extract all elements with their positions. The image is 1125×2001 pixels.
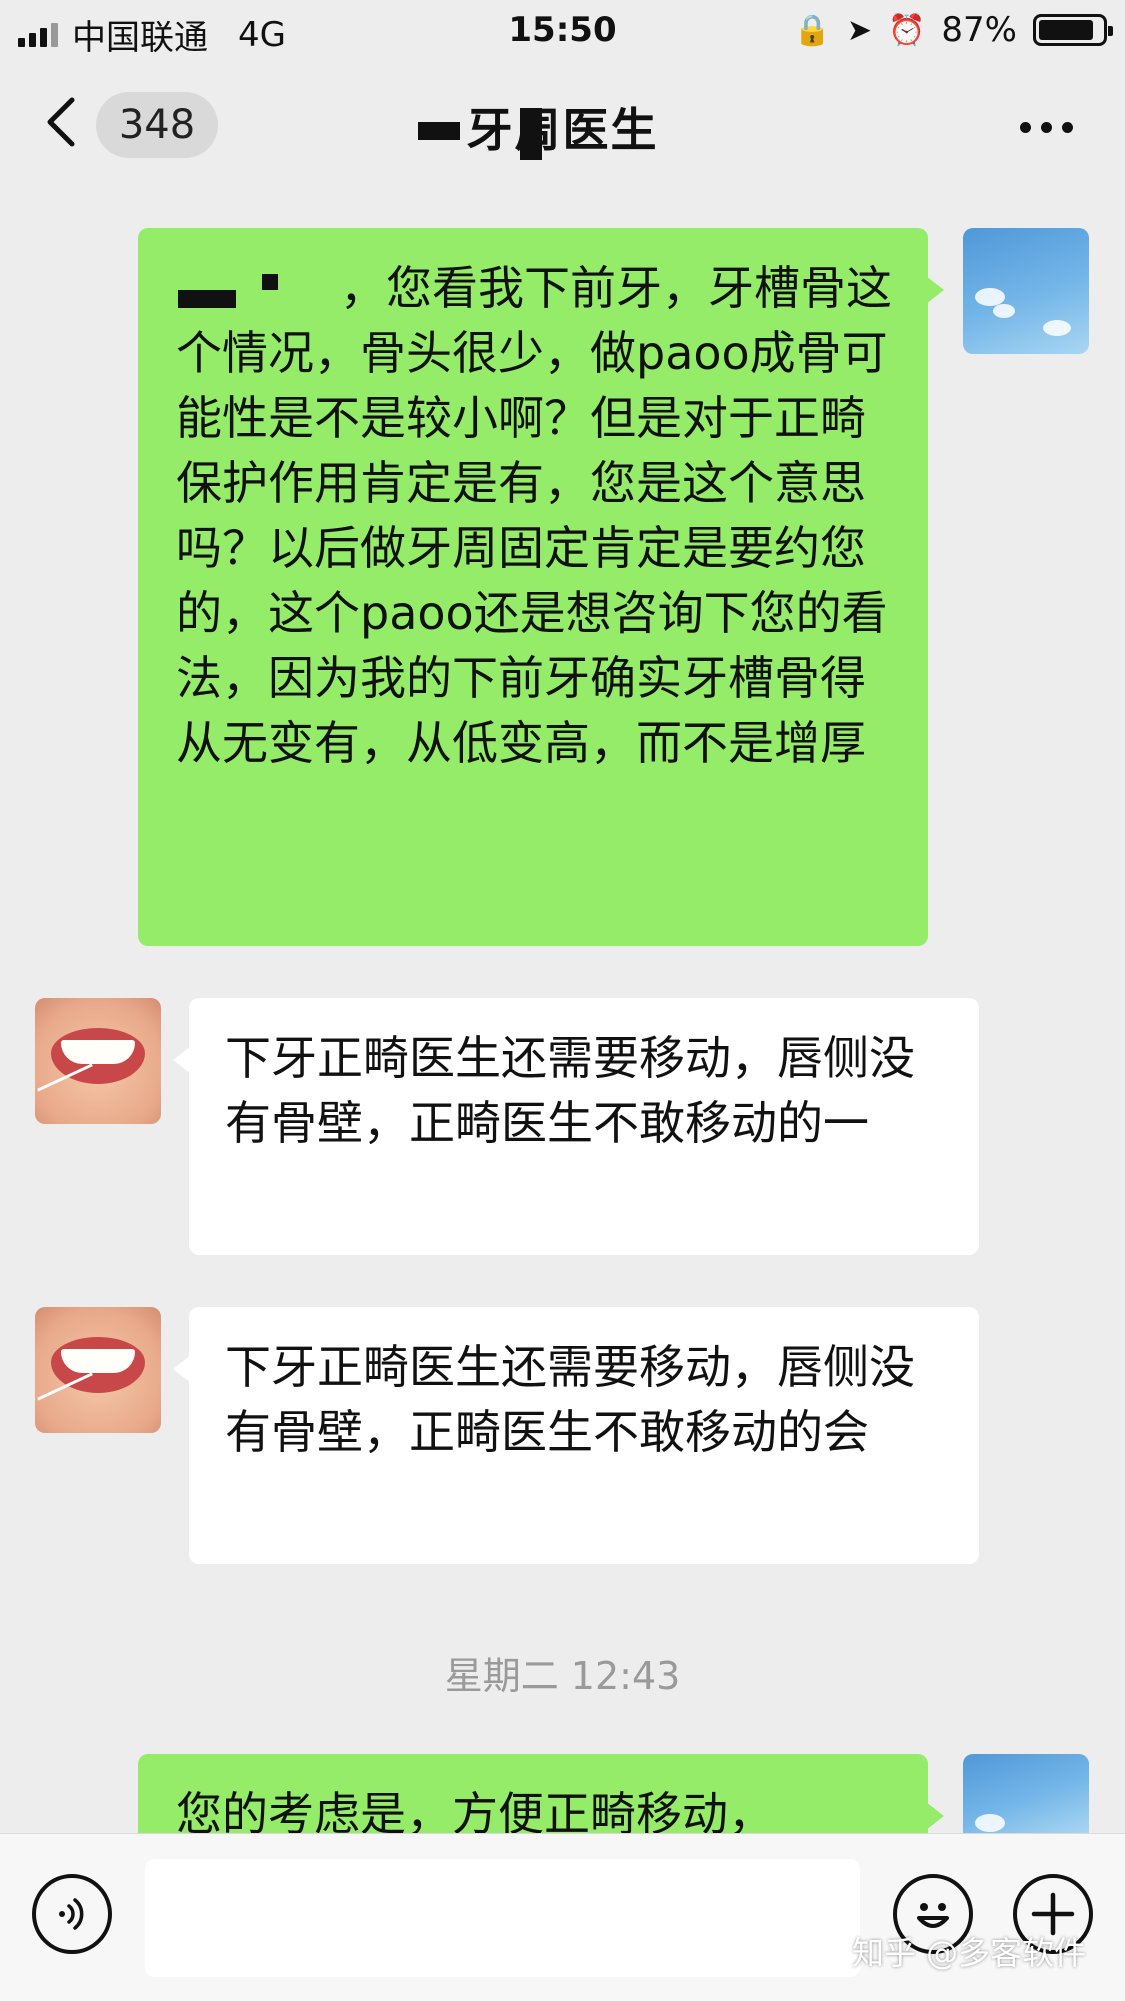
- status-bar: 中国联通 4G 15:50 🔒 ➤ ⏰ 87%: [0, 0, 1125, 62]
- message-text: ，您看我下前牙，牙槽骨这个情况，骨头很少，做paoo成骨可能性是不是较小啊？但是…: [176, 261, 892, 770]
- alarm-icon: ⏰: [888, 12, 926, 48]
- status-right: 🔒 ➤ ⏰ 87%: [793, 10, 1113, 50]
- voice-icon: [59, 1898, 84, 1930]
- my-avatar[interactable]: [963, 1754, 1089, 1833]
- message-bubble-incoming[interactable]: 下牙正畸医生还需要移动，唇侧没有骨壁，正畸医生不敢移动的一: [173, 998, 979, 1255]
- battery-icon: [1033, 14, 1113, 46]
- message-bubble-incoming[interactable]: 下牙正畸医生还需要移动，唇侧没有骨壁，正畸医生不敢移动的会: [173, 1307, 979, 1564]
- redaction-mark: [262, 274, 278, 290]
- message-bubble-outgoing[interactable]: ，您看我下前牙，牙槽骨这个情况，骨头很少，做paoo成骨可能性是不是较小啊？但是…: [138, 228, 944, 946]
- message-input[interactable]: [145, 1859, 860, 1977]
- watermark: 知乎 @多客软件: [852, 1934, 1087, 1972]
- input-bar: [0, 1833, 1125, 2001]
- contact-avatar[interactable]: [35, 1307, 161, 1433]
- message-text: 下牙正畸医生还需要移动，唇侧没有骨壁，正畸医生不敢移动的会: [225, 1340, 915, 1459]
- message-clip: 您的考虑是，方便正畸移动，: [138, 1754, 948, 1833]
- message-text: 下牙正畸医生还需要移动，唇侧没有骨壁，正畸医生不敢移动的一: [225, 1031, 915, 1150]
- voice-input-button[interactable]: [32, 1874, 112, 1954]
- message-text: 您的考虑是，方便正畸移动，: [176, 1787, 774, 1833]
- battery-percent: 87%: [941, 10, 1017, 50]
- time-divider: 星期二 12:43: [444, 1654, 681, 1698]
- contact-avatar[interactable]: [35, 998, 161, 1124]
- redaction-mark: [520, 108, 542, 160]
- rotation-lock-icon: 🔒: [793, 12, 831, 48]
- my-avatar[interactable]: [963, 228, 1089, 354]
- message-bubble-outgoing[interactable]: 您的考虑是，方便正畸移动，: [138, 1754, 944, 1833]
- more-options-button[interactable]: [1020, 122, 1073, 133]
- location-icon: ➤: [846, 12, 873, 48]
- chat-title: 牙周医生: [466, 103, 659, 157]
- redaction-mark: [418, 122, 460, 140]
- redaction-mark: [178, 290, 236, 308]
- nav-bar: 348 牙周医生: [0, 62, 1125, 192]
- more-dots-icon: [1020, 122, 1031, 133]
